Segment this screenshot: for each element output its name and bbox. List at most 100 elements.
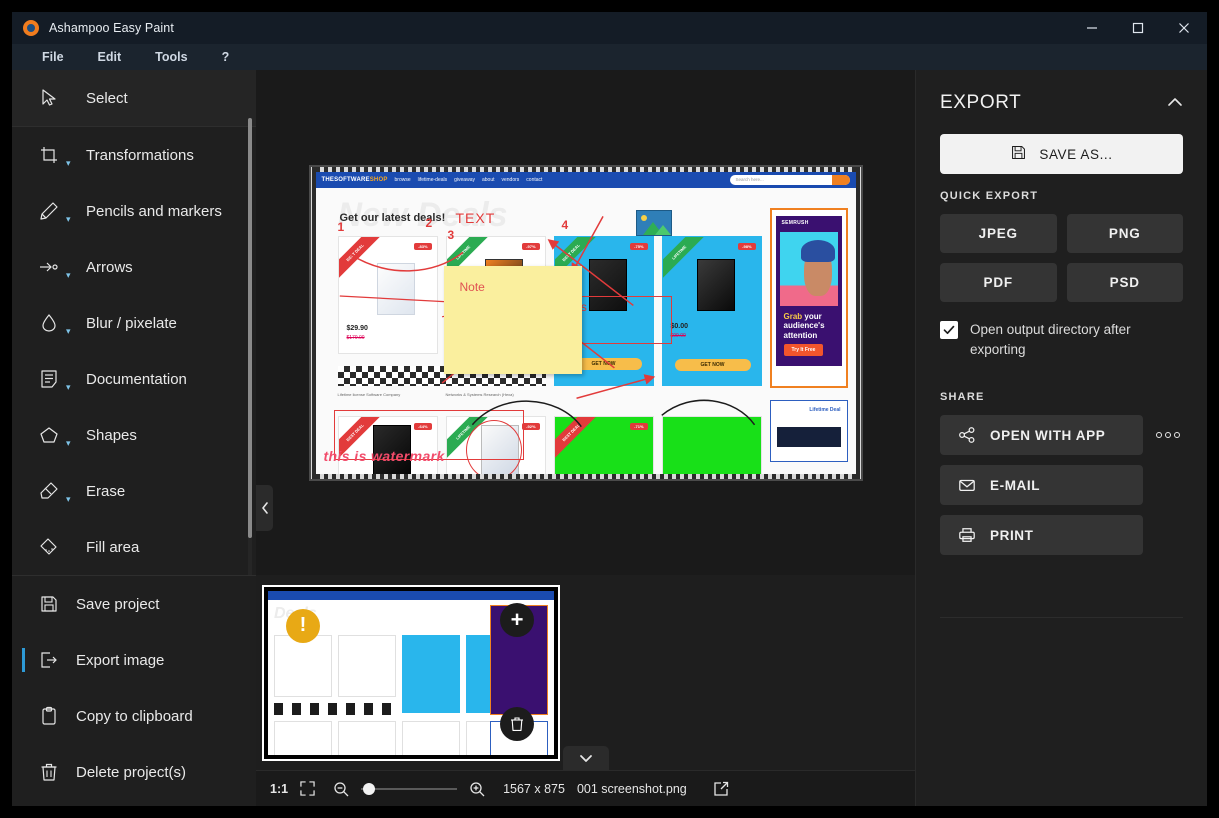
export-png-button[interactable]: PNG — [1066, 214, 1183, 253]
open-output-directory-checkbox[interactable] — [940, 321, 958, 339]
export-panel-content: EXPORT SAVE AS... QUICK EXPORT JPEG PNG … — [916, 70, 1207, 619]
floppy-disk-icon — [1010, 144, 1027, 164]
maximize-icon[interactable] — [1115, 12, 1161, 44]
menu-item-tools[interactable]: Tools — [141, 47, 201, 67]
thumbnail-strip: Deals ! + — [256, 575, 915, 770]
zoom-out-icon[interactable] — [333, 781, 349, 797]
chevron-down-icon[interactable]: ▾ — [66, 326, 78, 337]
semrush-photo — [779, 231, 838, 306]
printer-icon — [958, 526, 976, 544]
sidebar-collapse-handle[interactable] — [256, 485, 273, 531]
page-title: EXPORT — [940, 92, 1022, 113]
thumbnail-expand-toggle[interactable] — [562, 746, 609, 770]
eraser-icon — [36, 478, 62, 504]
sidebar-item-copy-to-clipboard[interactable]: Copy to clipboard — [12, 688, 256, 744]
chevron-down-icon[interactable]: ▾ — [66, 270, 78, 281]
chevron-down-icon[interactable]: ▾ — [66, 494, 78, 505]
zoom-ratio-button[interactable]: 1:1 — [270, 782, 288, 796]
card-discount: -75% — [630, 242, 648, 250]
sidebar-item-label: Delete project(s) — [76, 763, 187, 781]
get-now-button: GET NOW — [674, 358, 751, 371]
sidebar-item-delete-projects[interactable]: Delete project(s) — [12, 744, 256, 800]
menu-item-file[interactable]: File — [28, 47, 78, 67]
card-discount: -97% — [522, 242, 540, 250]
export-jpeg-button[interactable]: JPEG — [940, 214, 1057, 253]
zoom-slider-knob[interactable] — [363, 782, 376, 795]
sidebar-item-shapes[interactable]: ▾ Shapes — [12, 407, 256, 463]
sticky-note-text: Note — [459, 279, 485, 294]
sidebar-scrollbar-thumb[interactable] — [248, 118, 252, 538]
sidebar-item-transformations[interactable]: ▾ Transformations — [12, 127, 256, 183]
body: Select ▾ Transformations ▾ Pencils and m… — [12, 70, 1207, 806]
share-nodes-icon — [958, 426, 976, 444]
sidebar-item-save-project[interactable]: Save project — [12, 576, 256, 632]
crop-icon — [36, 142, 62, 168]
export-psd-button[interactable]: PSD — [1066, 263, 1183, 302]
sidebar-item-blur-pixelate[interactable]: ▾ Blur / pixelate — [12, 295, 256, 351]
plus-icon[interactable]: + — [500, 602, 534, 637]
annotation-number: 3 — [447, 227, 455, 242]
sidebar-item-export-image[interactable]: Export image — [12, 632, 256, 688]
sidebar-item-documentation[interactable]: ▾ Documentation — [12, 351, 256, 407]
canvas-image-frame[interactable]: THESOFTWARESHOP browse lifetime-deals gi… — [308, 164, 863, 481]
card-discount: -98% — [738, 242, 756, 250]
product-card: BEST DEAL -83% $29.90 $179.00 — [337, 235, 438, 354]
chevron-down-icon[interactable]: ▾ — [66, 438, 78, 449]
open-external-icon[interactable] — [713, 781, 729, 797]
sidebar-item-label: Select — [86, 89, 128, 107]
trash-icon[interactable] — [500, 706, 534, 741]
screenshot-page: New Deals Get our latest deals! BEST DEA… — [315, 187, 856, 474]
email-button[interactable]: E-MAIL — [940, 465, 1143, 506]
export-panel-header: EXPORT — [940, 92, 1183, 114]
fit-screen-icon[interactable] — [300, 781, 315, 796]
chevron-down-icon[interactable]: ▾ — [66, 214, 78, 225]
sidebar-item-erase[interactable]: ▾ Erase — [12, 463, 256, 519]
nav-link: giveaway — [454, 176, 475, 183]
open-with-app-row: OPEN WITH APP — [940, 415, 1183, 456]
chevron-down-icon[interactable]: ▾ — [66, 382, 78, 393]
open-with-app-button[interactable]: OPEN WITH APP — [940, 415, 1143, 456]
print-row: PRINT — [940, 515, 1183, 556]
export-pdf-button[interactable]: PDF — [940, 263, 1057, 302]
quick-export-label: QUICK EXPORT — [940, 190, 1039, 202]
note-icon — [36, 366, 62, 392]
open-output-directory-row[interactable]: Open output directory after exporting — [940, 320, 1183, 359]
quick-export-buttons: JPEG PNG PDF PSD — [940, 214, 1183, 302]
site-logo: THESOFTWARESHOP — [321, 176, 388, 183]
dot — [1156, 432, 1162, 439]
envelope-icon — [958, 476, 976, 494]
sidebar-item-arrows[interactable]: ▾ Arrows — [12, 239, 256, 295]
product-card: BEST DEAL -71% — [553, 415, 654, 474]
chevron-up-icon[interactable] — [1167, 96, 1183, 111]
project-thumbnail[interactable]: Deals ! + — [262, 584, 560, 761]
arrow-icon — [36, 254, 62, 280]
sidebar-item-fill-area[interactable]: Fill area — [12, 519, 256, 575]
menu-item-edit[interactable]: Edit — [84, 47, 136, 67]
annotation-ellipse — [465, 419, 522, 474]
window-title: Ashampoo Easy Paint — [49, 21, 174, 35]
minimize-icon[interactable] — [1069, 12, 1115, 44]
chevron-down-icon[interactable]: ▾ — [66, 158, 78, 169]
edited-image[interactable]: THESOFTWARESHOP browse lifetime-deals gi… — [310, 166, 861, 479]
card-price: $29.90 — [346, 324, 368, 332]
sidebar-item-label: Erase — [86, 482, 126, 500]
tool-list: Select ▾ Transformations ▾ Pencils and m… — [12, 70, 256, 575]
close-icon[interactable] — [1161, 12, 1207, 44]
ellipsis-icon[interactable] — [1153, 432, 1183, 439]
sidebar-item-select[interactable]: Select — [12, 70, 256, 126]
watermark-text: this is watermark — [323, 447, 445, 464]
zoom-slider[interactable] — [361, 782, 458, 795]
menu-item-help[interactable]: ? — [208, 47, 244, 67]
exclamation-icon[interactable]: ! — [286, 608, 320, 643]
app-window: Ashampoo Easy Paint File Edit Tools ? Se… — [12, 12, 1207, 806]
save-as-button[interactable]: SAVE AS... — [940, 134, 1183, 174]
floppy-disk-icon — [36, 591, 62, 617]
zoom-in-icon[interactable] — [469, 781, 485, 797]
search-icon — [831, 174, 850, 185]
sidebar-item-label: Fill area — [86, 538, 140, 556]
dot — [1165, 432, 1171, 439]
sidebar-item-label: Pencils and markers — [86, 202, 222, 220]
sidebar-item-pencils-and-markers[interactable]: ▾ Pencils and markers — [12, 183, 256, 239]
print-button[interactable]: PRINT — [940, 515, 1143, 556]
export-panel: EXPORT SAVE AS... QUICK EXPORT JPEG PNG … — [915, 70, 1207, 806]
